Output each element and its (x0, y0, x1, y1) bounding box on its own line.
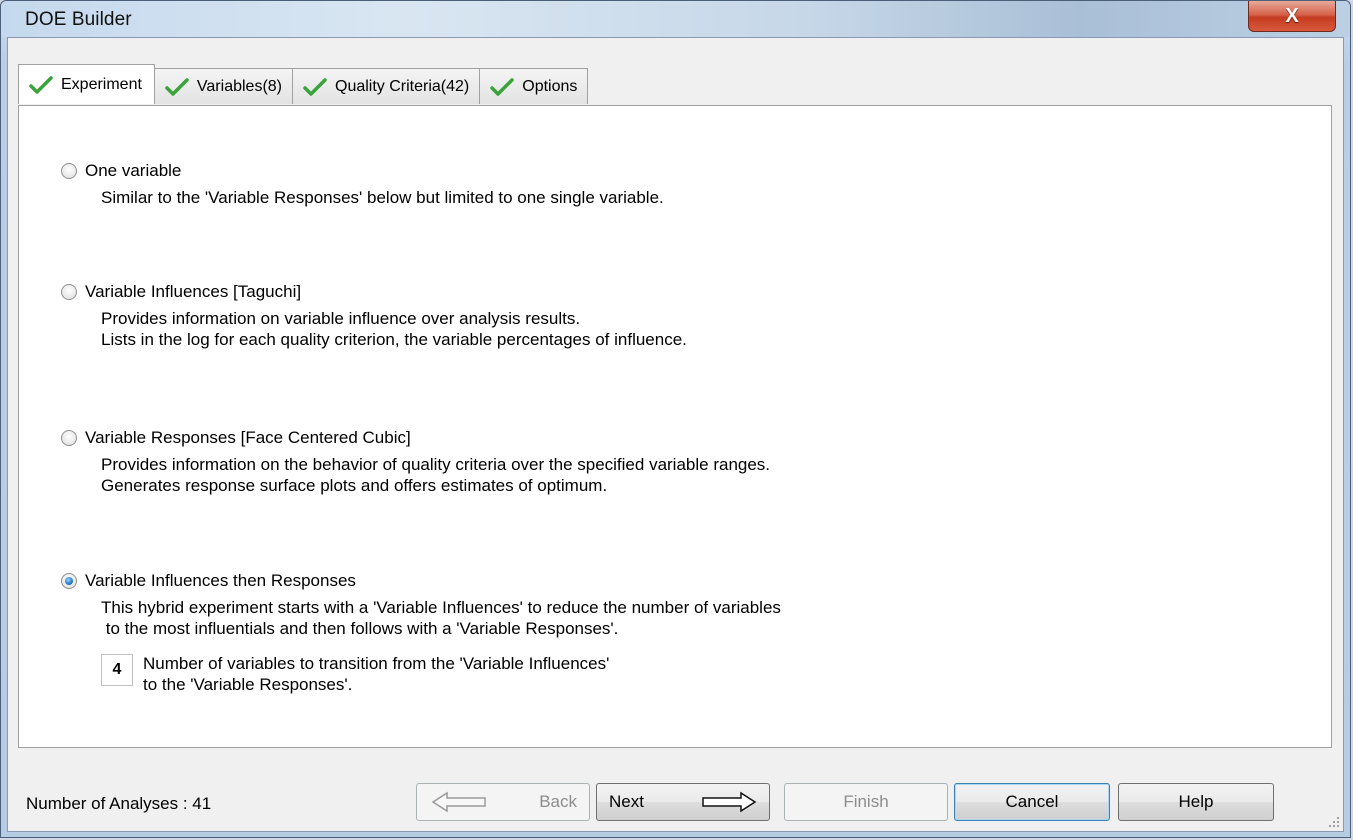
close-icon: X (1285, 4, 1299, 27)
transition-count-input[interactable]: 4 (101, 654, 133, 686)
tab-label: Options (522, 77, 578, 95)
finish-label: Finish (843, 792, 889, 811)
tab-options[interactable]: Options (479, 68, 589, 104)
tab-strip: Experiment Variables(8) Quality Criteria… (18, 64, 589, 104)
radio-button[interactable] (61, 284, 77, 300)
dialog-client-area: Experiment Variables(8) Quality Criteria… (7, 37, 1344, 832)
tab-label: Variables(8) (196, 77, 282, 95)
radio-row[interactable]: Variable Responses [Face Centered Cubic] (61, 428, 770, 448)
radio-row[interactable]: Variable Influences then Responses (61, 571, 781, 591)
tab-experiment[interactable]: Experiment (18, 64, 155, 104)
close-button[interactable]: X (1248, 1, 1336, 32)
next-button[interactable]: Next (596, 783, 770, 821)
transition-count-label: Number of variables to transition from t… (143, 654, 610, 694)
back-button[interactable]: Back (416, 783, 590, 821)
tab-variables[interactable]: Variables(8) (153, 68, 293, 104)
option-description: Provides information on the behavior of … (101, 455, 771, 495)
check-icon (29, 75, 53, 94)
option-influences-then-responses: Variable Influences then Responses This … (61, 571, 781, 695)
finish-button[interactable]: Finish (784, 783, 948, 821)
transition-count-row: 4 Number of variables to transition from… (101, 651, 781, 695)
next-label: Next (609, 792, 644, 811)
option-description: Provides information on variable influen… (101, 309, 687, 349)
help-button[interactable]: Help (1118, 783, 1274, 821)
back-label: Back (539, 792, 577, 811)
radio-row[interactable]: Variable Influences [Taguchi] (61, 282, 687, 302)
option-label[interactable]: One variable (85, 161, 181, 181)
tab-label: Quality Criteria(42) (335, 77, 470, 95)
radio-button-selected[interactable] (61, 573, 77, 589)
right-arrow-icon (702, 791, 757, 813)
radio-row[interactable]: One variable (61, 161, 664, 181)
option-label[interactable]: Variable Responses [Face Centered Cubic] (85, 428, 411, 448)
radio-button[interactable] (61, 430, 77, 446)
doe-builder-window: DOE Builder X Experiment Variables(8) Qu… (0, 0, 1351, 838)
check-icon (303, 77, 327, 96)
tab-label: Experiment (61, 75, 142, 93)
option-variable-responses: Variable Responses [Face Centered Cubic]… (61, 428, 770, 496)
resize-grip-icon[interactable] (1327, 815, 1339, 827)
experiment-panel: One variable Similar to the 'Variable Re… (18, 105, 1332, 748)
cancel-label: Cancel (1005, 792, 1059, 811)
option-description: Similar to the 'Variable Responses' belo… (101, 188, 664, 207)
tab-quality-criteria[interactable]: Quality Criteria(42) (292, 68, 481, 104)
option-description: This hybrid experiment starts with a 'Va… (101, 598, 781, 638)
check-icon (165, 77, 189, 96)
option-one-variable: One variable Similar to the 'Variable Re… (61, 161, 664, 208)
radio-button[interactable] (61, 163, 77, 179)
option-label[interactable]: Variable Influences [Taguchi] (85, 282, 301, 302)
help-label: Help (1178, 792, 1214, 811)
option-variable-influences: Variable Influences [Taguchi] Provides i… (61, 282, 687, 350)
analyses-count: Number of Analyses : 41 (26, 794, 212, 813)
cancel-button[interactable]: Cancel (954, 783, 1110, 821)
window-title: DOE Builder (25, 9, 132, 30)
option-label[interactable]: Variable Influences then Responses (85, 571, 356, 591)
title-bar[interactable]: DOE Builder X (1, 1, 1350, 37)
check-icon (490, 77, 515, 96)
left-arrow-icon (431, 791, 486, 813)
